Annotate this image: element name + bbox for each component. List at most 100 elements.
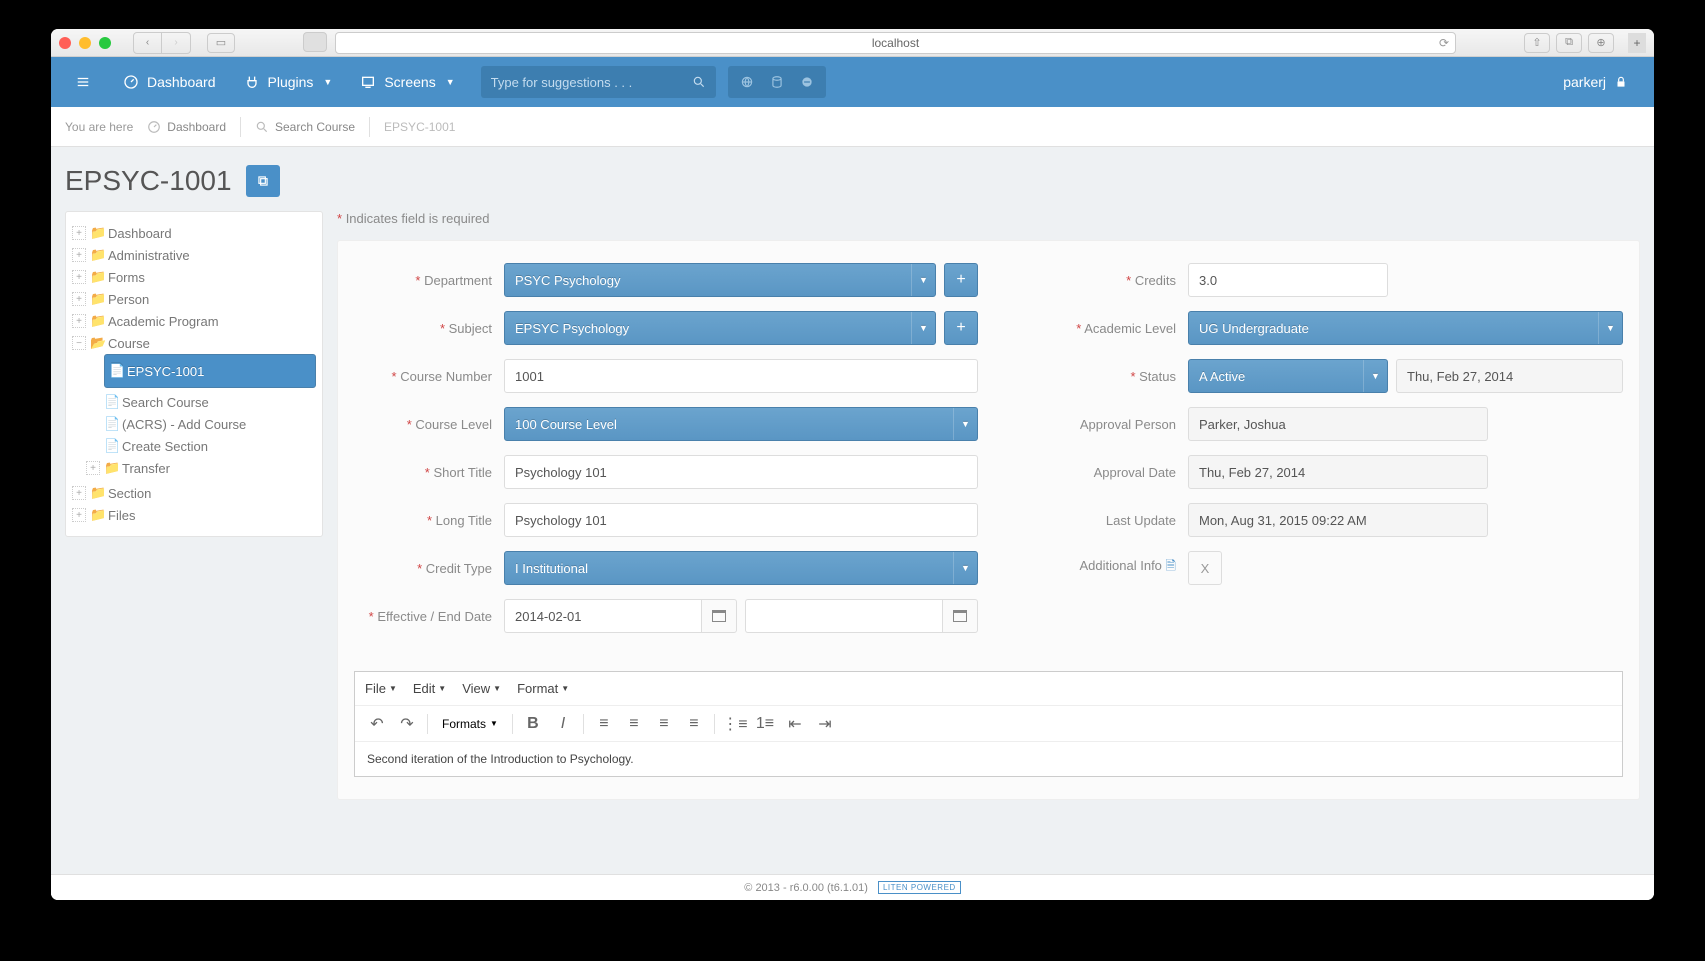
file-icon: 📄 <box>104 416 118 432</box>
calendar-button[interactable] <box>701 599 737 633</box>
tree-administrative[interactable]: +📁Administrative <box>72 247 316 263</box>
copy-button[interactable] <box>246 165 280 197</box>
status-select[interactable]: A Active▼ <box>1188 359 1388 393</box>
address-bar[interactable]: localhost ⟳ <box>335 32 1456 54</box>
gauge-icon <box>147 120 161 134</box>
tree-acrs[interactable]: 📄(ACRS) - Add Course <box>104 416 316 432</box>
tabs-icon[interactable]: ⧉ <box>1556 33 1582 53</box>
calendar-icon <box>953 610 967 622</box>
chevron-down-icon: ▼ <box>323 77 332 87</box>
breadcrumb: You are here Dashboard Search Course EPS… <box>51 107 1654 147</box>
user-account[interactable]: parkerj <box>1549 74 1642 90</box>
minus-circle-icon[interactable] <box>792 70 822 94</box>
tree-person[interactable]: +📁Person <box>72 291 316 307</box>
indent-button[interactable]: ⇥ <box>811 710 839 738</box>
approval-person <box>1188 407 1488 441</box>
chevron-down-icon: ▼ <box>446 77 455 87</box>
gauge-icon <box>123 74 139 90</box>
forward-button[interactable]: › <box>162 33 190 53</box>
new-tab-button[interactable]: + <box>1628 33 1646 53</box>
redo-button[interactable]: ↷ <box>393 710 421 738</box>
search-box[interactable] <box>481 66 716 98</box>
info-icon[interactable]: 🗎 <box>1166 557 1176 579</box>
file-icon: 📄 <box>104 438 118 454</box>
formats-dropdown[interactable]: Formats ▼ <box>434 717 506 731</box>
crumb-dashboard[interactable]: Dashboard <box>147 120 226 134</box>
add-subject-button[interactable]: + <box>944 311 978 345</box>
file-icon: 📄 <box>109 363 123 379</box>
minimize-window-button[interactable] <box>79 37 91 49</box>
editor-menu-edit[interactable]: Edit ▼ <box>413 681 446 696</box>
lock-icon <box>1614 75 1628 89</box>
globe-icon[interactable] <box>732 70 762 94</box>
course-level-select[interactable]: 100 Course Level▼ <box>504 407 978 441</box>
page-footer: © 2013 - r6.0.00 (t6.1.01) LITEN POWERED <box>51 874 1654 900</box>
mac-titlebar: ‹ › ▭ localhost ⟳ ⇧ ⧉ ⊕ + <box>51 29 1654 57</box>
reader-button[interactable] <box>303 32 327 52</box>
outdent-button[interactable]: ⇤ <box>781 710 809 738</box>
subject-select[interactable]: EPSYC Psychology▼ <box>504 311 936 345</box>
tree-dashboard[interactable]: +📁Dashboard <box>72 225 316 241</box>
align-justify-button[interactable]: ≡ <box>680 710 708 738</box>
nav-dashboard[interactable]: Dashboard <box>109 57 230 107</box>
tree-forms[interactable]: +📁Forms <box>72 269 316 285</box>
menu-toggle-button[interactable] <box>63 62 103 102</box>
chevron-down-icon: ▼ <box>1598 312 1622 344</box>
bullet-list-button[interactable]: ⋮≡ <box>721 710 749 738</box>
editor-menu-view[interactable]: View ▼ <box>462 681 501 696</box>
editor-content[interactable]: Second iteration of the Introduction to … <box>355 742 1622 776</box>
tree-files[interactable]: +📁Files <box>72 507 316 523</box>
crumb-current: EPSYC-1001 <box>384 120 455 134</box>
reload-icon[interactable]: ⟳ <box>1439 36 1449 50</box>
url-text: localhost <box>872 36 919 50</box>
editor-menu-file[interactable]: File ▼ <box>365 681 397 696</box>
effective-date-input[interactable] <box>504 599 701 633</box>
tree-epsyc-1001[interactable]: 📄EPSYC-1001 <box>104 354 316 388</box>
maximize-window-button[interactable] <box>99 37 111 49</box>
course-number-input[interactable] <box>504 359 978 393</box>
share-icon[interactable]: ⇧ <box>1524 33 1550 53</box>
database-icon[interactable] <box>762 70 792 94</box>
tree-create-section[interactable]: 📄Create Section <box>104 438 316 454</box>
align-center-button[interactable]: ≡ <box>620 710 648 738</box>
approval-date <box>1188 455 1488 489</box>
editor-menu-format[interactable]: Format ▼ <box>517 681 569 696</box>
italic-button[interactable]: I <box>549 710 577 738</box>
align-left-button[interactable]: ≡ <box>590 710 618 738</box>
add-tab-icon[interactable]: ⊕ <box>1588 33 1614 53</box>
align-right-button[interactable]: ≡ <box>650 710 678 738</box>
department-select[interactable]: PSYC Psychology▼ <box>504 263 936 297</box>
bold-button[interactable]: B <box>519 710 547 738</box>
nav-plugins[interactable]: Plugins ▼ <box>230 57 347 107</box>
academic-level-select[interactable]: UG Undergraduate▼ <box>1188 311 1623 345</box>
required-note: * Indicates field is required <box>337 211 1640 226</box>
rich-text-editor: File ▼ Edit ▼ View ▼ Format ▼ ↶ ↷ Format… <box>354 671 1623 777</box>
tree-course[interactable]: −📂Course <box>72 335 316 351</box>
long-title-input[interactable] <box>504 503 978 537</box>
course-form: * Department PSYC Psychology▼ + * Subjec… <box>337 240 1640 800</box>
tree-section[interactable]: +📁Section <box>72 485 316 501</box>
search-input[interactable] <box>491 75 692 90</box>
search-icon[interactable] <box>692 75 706 89</box>
add-department-button[interactable]: + <box>944 263 978 297</box>
additional-info-x-button[interactable]: X <box>1188 551 1222 585</box>
sidebar-toggle-button[interactable]: ▭ <box>207 33 235 53</box>
nav-screens[interactable]: Screens ▼ <box>346 57 468 107</box>
ordered-list-button[interactable]: 1≡ <box>751 710 779 738</box>
last-update <box>1188 503 1488 537</box>
crumb-search-course[interactable]: Search Course <box>255 120 355 134</box>
calendar-button[interactable] <box>942 599 978 633</box>
chevron-down-icon: ▼ <box>911 312 935 344</box>
tree-academic-program[interactable]: +📁Academic Program <box>72 313 316 329</box>
calendar-icon <box>712 610 726 622</box>
close-window-button[interactable] <box>59 37 71 49</box>
credits-input[interactable] <box>1188 263 1388 297</box>
tree-transfer[interactable]: +📁Transfer <box>104 460 316 476</box>
back-button[interactable]: ‹ <box>134 33 162 53</box>
tree-search-course[interactable]: 📄Search Course <box>104 394 316 410</box>
undo-button[interactable]: ↶ <box>363 710 391 738</box>
short-title-input[interactable] <box>504 455 978 489</box>
chevron-down-icon: ▼ <box>953 408 977 440</box>
credit-type-select[interactable]: I Institutional▼ <box>504 551 978 585</box>
end-date-input[interactable] <box>745 599 942 633</box>
